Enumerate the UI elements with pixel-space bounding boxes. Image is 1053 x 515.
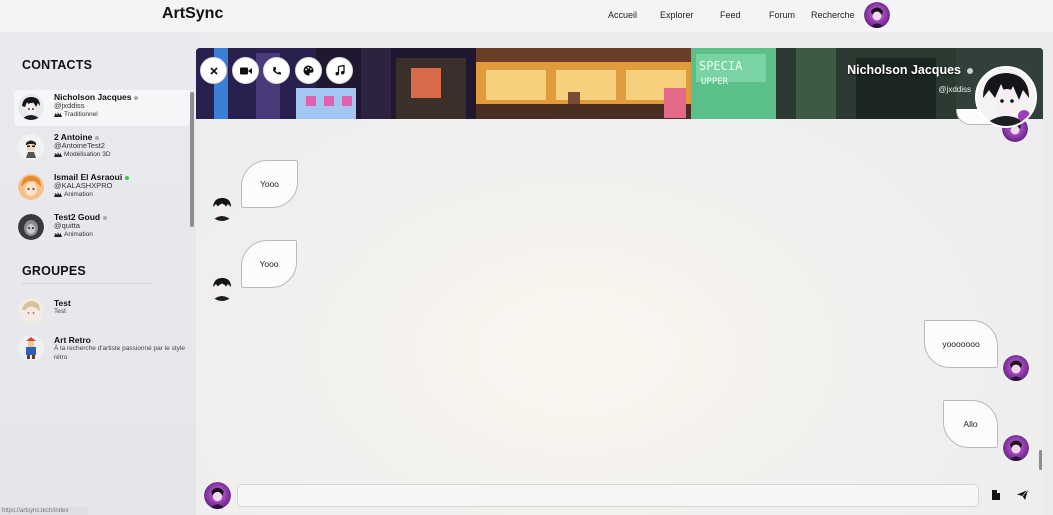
own-avatar-icon <box>1003 355 1029 381</box>
contact-specialty: Modélisation 3D <box>54 151 111 158</box>
own-avatar-icon <box>1003 435 1029 461</box>
contact-item-test2-goud[interactable]: Test2 Goud @quitta Animation <box>14 210 190 246</box>
user-avatar-icon[interactable] <box>864 2 890 28</box>
chat-header-banner: SPECIA UPPER Nicholson Jacques @jxddiss <box>196 48 1043 119</box>
contact-handle: @AntoineTest2 <box>54 141 105 150</box>
group-description: À la recherche d'artiste passionné par l… <box>54 345 185 362</box>
svg-text:UPPER: UPPER <box>701 77 729 87</box>
pixel-art-banner-image: SPECIA UPPER <box>196 48 1043 119</box>
chat-panel: SPECIA UPPER Nicholson Jacques @jxddiss <box>196 48 1043 515</box>
status-dot <box>95 135 100 140</box>
palette-icon <box>303 65 314 76</box>
message-bubble-received: Yooo <box>241 240 297 288</box>
specialty-icon <box>54 231 62 237</box>
status-dot <box>134 95 139 100</box>
chat-partner-avatar[interactable] <box>975 66 1037 128</box>
groups-heading: GROUPES <box>22 264 86 278</box>
top-navbar: ArtSync Accueil Explorer Feed Forum Rech… <box>0 0 1053 32</box>
phone-icon <box>272 66 281 75</box>
contact-handle: @KALASHXPRO <box>54 181 113 190</box>
partner-avatar-icon <box>209 195 235 221</box>
specialty-icon <box>54 151 62 157</box>
sidebar: CONTACTS Nicholson Jacques @jxddiss Trad… <box>0 32 196 515</box>
contact-specialty: Animation <box>54 191 93 198</box>
message-composer <box>196 473 1043 515</box>
specialty-icon <box>54 111 62 117</box>
video-camera-icon <box>239 67 252 74</box>
nav-link-feed[interactable]: Feed <box>720 10 741 20</box>
group-avatar <box>18 298 44 324</box>
contact-avatar <box>18 174 44 200</box>
nav-link-accueil[interactable]: Accueil <box>608 10 637 20</box>
group-description: Test <box>54 308 66 315</box>
own-avatar-icon <box>204 482 231 509</box>
nav-link-explorer[interactable]: Explorer <box>660 10 694 20</box>
message-input[interactable] <box>237 484 979 507</box>
chat-scrollbar[interactable] <box>1039 450 1042 470</box>
contact-item-nicholson-jacques[interactable]: Nicholson Jacques @jxddiss Traditionnel <box>14 90 190 126</box>
file-icon <box>992 490 1000 500</box>
contact-avatar <box>18 94 44 120</box>
status-dot-online <box>125 175 130 180</box>
partner-avatar-icon <box>209 275 235 301</box>
send-button[interactable] <box>1014 487 1030 503</box>
message-bubble-sent: yooooooo <box>924 320 998 368</box>
message-bubble-received: Yooo <box>241 160 298 208</box>
nav-link-forum[interactable]: Forum <box>769 10 795 20</box>
contact-specialty: Traditionnel <box>54 111 98 118</box>
section-divider <box>22 283 152 284</box>
status-dot <box>103 215 108 220</box>
paper-plane-icon <box>1016 490 1028 500</box>
group-item-art-retro[interactable]: Art Retro À la recherche d'artiste passi… <box>14 331 190 367</box>
contact-avatar <box>18 214 44 240</box>
close-icon <box>209 66 218 75</box>
status-dot <box>967 67 973 74</box>
sidebar-scrollbar[interactable] <box>190 92 194 227</box>
close-call-button[interactable] <box>200 57 227 84</box>
music-button[interactable] <box>326 57 353 84</box>
contact-item-ismail-el-asraoui[interactable]: Ismail El Asraoui @KALASHXPRO Animation <box>14 170 190 206</box>
group-avatar <box>18 335 44 361</box>
status-bar-url: https://artsync.tech/index <box>0 507 88 515</box>
brand-logo[interactable]: ArtSync <box>162 5 223 23</box>
nav-link-recherche[interactable]: Recherche <box>811 10 855 20</box>
message-list: Yooo Yooo yooooooo Allo <box>196 109 1043 471</box>
svg-text:SPECIA: SPECIA <box>699 59 743 73</box>
chat-header-name: Nicholson Jacques <box>847 63 973 77</box>
contact-handle: @quitta <box>54 221 80 230</box>
message-bubble-sent: Allo <box>943 400 998 448</box>
voice-call-button[interactable] <box>263 57 290 84</box>
group-item-test[interactable]: Test Test <box>14 294 190 330</box>
video-call-button[interactable] <box>232 57 259 84</box>
contact-avatar <box>18 134 44 160</box>
contact-specialty: Animation <box>54 231 93 238</box>
contact-item-2-antoine[interactable]: 2 Antoine @AntoineTest2 Modélisation 3D <box>14 130 190 166</box>
contacts-heading: CONTACTS <box>22 58 93 72</box>
music-note-icon <box>335 65 345 76</box>
specialty-icon <box>54 191 62 197</box>
contact-handle: @jxddiss <box>54 101 85 110</box>
attach-file-button[interactable] <box>988 487 1004 503</box>
theme-palette-button[interactable] <box>295 57 322 84</box>
chat-header-handle: @jxddiss <box>938 85 971 94</box>
